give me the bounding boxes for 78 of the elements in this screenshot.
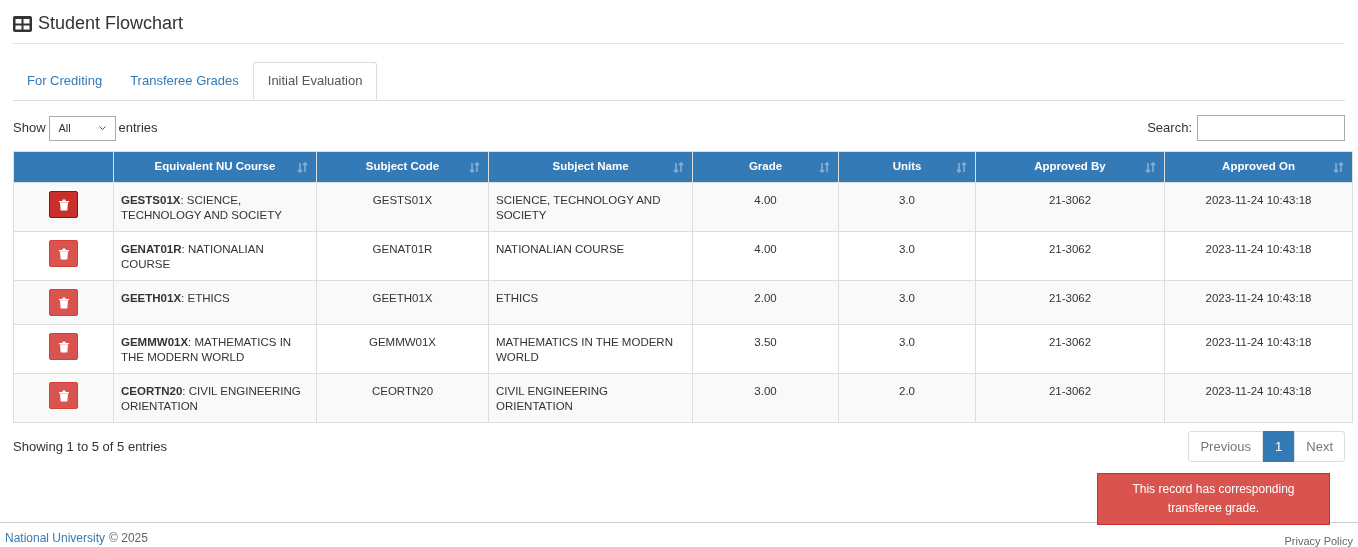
tab[interactable]: Initial Evaluation (252, 62, 378, 100)
sort-icon (673, 162, 684, 173)
table-cell: 3.00 (754, 385, 777, 397)
delete-button[interactable] (49, 191, 78, 218)
table-cell: 3.0 (899, 292, 915, 304)
pagination-button[interactable]: Next (1294, 431, 1345, 462)
sort-icon (956, 162, 967, 173)
delete-button[interactable] (49, 382, 78, 409)
table-cell: 3.50 (754, 336, 777, 348)
table-cell: 2023-11-24 10:43:18 (1205, 194, 1312, 206)
table-cell: GEETH01X (372, 292, 433, 304)
table-cell: CIVIL ENGINEERING ORIENTATION (496, 385, 609, 412)
sort-icon (1145, 162, 1156, 173)
entries-select[interactable]: All (48, 115, 116, 141)
toast-notification: This record has corresponding transferee grade. (1097, 473, 1330, 525)
entries-info: Showing 1 to 5 of 5 entries (13, 438, 167, 456)
delete-button[interactable] (49, 240, 78, 267)
tab[interactable]: For Crediting (13, 62, 117, 100)
column-header[interactable]: Subject Code (316, 151, 489, 183)
copyright-text: © 2025 (109, 530, 148, 547)
table-cell: MATHEMATICS IN THE MODERN WORLD (496, 336, 673, 363)
table-cell: 21-3062 (1048, 292, 1092, 304)
table-cell: 4.00 (754, 243, 777, 255)
table-cell: CEORTN20: CIVIL ENGINEERING ORIENTATION (121, 385, 301, 412)
table-cell: GEETH01X: ETHICS (121, 292, 230, 304)
trash-icon (58, 198, 69, 211)
table-cell: 21-3062 (1048, 336, 1092, 348)
entries-label: entries (118, 119, 158, 138)
trash-icon (58, 296, 69, 309)
search-label: Search: (1147, 119, 1192, 138)
table-cell: SCIENCE, TECHNOLOGY AND SOCIETY (496, 194, 661, 221)
table-cell: GEMMW01X: MATHEMATICS IN THE MODERN WORLD (121, 336, 292, 363)
footer-link[interactable]: National University (5, 529, 106, 547)
table-cell: 3.0 (899, 336, 915, 348)
delete-button[interactable] (49, 289, 78, 316)
column-header[interactable]: Units (838, 151, 976, 183)
chevron-icon (98, 125, 106, 131)
table-icon (13, 15, 32, 32)
pagination-button[interactable]: 1 (1263, 431, 1295, 462)
table-cell: GESTS01X: SCIENCE, TECHNOLOGY AND SOCIETY (121, 194, 282, 221)
sort-icon (469, 162, 480, 173)
show-label: Show (13, 119, 46, 138)
sort-icon (819, 162, 830, 173)
table-cell: NATIONALIAN COURSE (496, 243, 625, 255)
sort-icon (1333, 162, 1344, 173)
table-cell: GEMMW01X (368, 336, 437, 348)
table-cell: 2023-11-24 10:43:18 (1205, 243, 1312, 255)
trash-icon (58, 247, 69, 260)
sort-icon (297, 162, 308, 173)
table-cell: GENAT01R (372, 243, 433, 255)
tab[interactable]: Transferee Grades (116, 62, 253, 100)
trash-icon (58, 340, 69, 353)
table-cell: CEORTN20 (371, 385, 434, 397)
table-cell: 21-3062 (1048, 243, 1092, 255)
table-cell: GESTS01X (372, 194, 433, 206)
column-header[interactable]: Subject Name (488, 151, 693, 183)
column-header[interactable]: Approved On (1164, 151, 1353, 183)
privacy-policy-link[interactable]: Privacy Policy (1284, 533, 1353, 547)
table-cell: 4.00 (754, 194, 777, 206)
search-field[interactable] (1197, 115, 1345, 141)
page-title: Student Flowchart (38, 12, 184, 35)
column-header[interactable]: Equivalent NU Course (113, 151, 317, 183)
table-cell: 21-3062 (1048, 194, 1092, 206)
table-cell: 3.0 (899, 194, 915, 206)
table-cell: 2023-11-24 10:43:18 (1205, 336, 1312, 348)
table-cell: 2023-11-24 10:43:18 (1205, 292, 1312, 304)
table-cell: 2023-11-24 10:43:18 (1205, 385, 1312, 397)
column-header[interactable]: Grade (692, 151, 839, 183)
table-cell: 3.0 (899, 243, 915, 255)
column-header[interactable]: Approved By (975, 151, 1165, 183)
trash-icon (58, 389, 69, 402)
delete-button[interactable] (49, 333, 78, 360)
table-cell: 2.00 (754, 292, 777, 304)
table-cell: 2.0 (899, 385, 915, 397)
pagination-button[interactable]: Previous (1188, 431, 1264, 462)
table-cell: 21-3062 (1048, 385, 1092, 397)
table-cell: GENAT01R: NATIONALIAN COURSE (121, 243, 264, 270)
table-cell: ETHICS (496, 292, 539, 304)
